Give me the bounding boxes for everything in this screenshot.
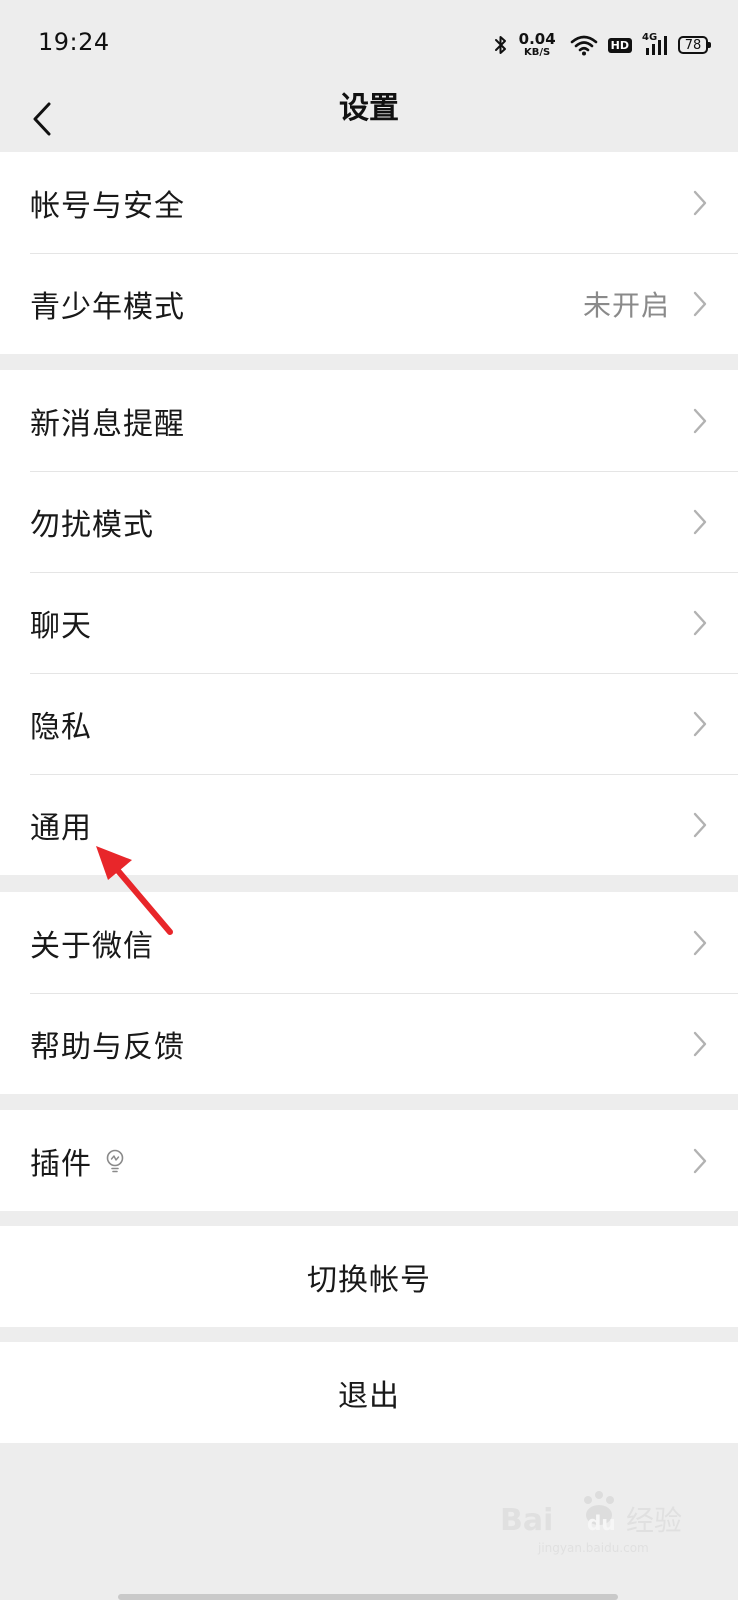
baidu-jingyan-watermark: Bai du 经验 jingyan.baidu.com	[500, 1491, 682, 1555]
network-speed-unit: KB/S	[524, 47, 551, 58]
settings-group-plugins: 插件	[0, 1110, 738, 1211]
cellular-signal-icon: 4G	[642, 33, 668, 57]
chevron-right-icon	[692, 1030, 708, 1058]
settings-item-label: 帮助与反馈	[30, 1029, 185, 1065]
battery-icon: 78	[678, 36, 711, 54]
settings-item-label: 关于微信	[30, 928, 154, 964]
settings-item-do-not-disturb[interactable]: 勿扰模式	[0, 471, 738, 572]
settings-group-about: 关于微信 帮助与反馈	[0, 892, 738, 1094]
settings-item-label: 勿扰模式	[30, 507, 154, 543]
settings-group-account: 帐号与安全 青少年模式 未开启	[0, 152, 738, 354]
chevron-right-icon	[692, 609, 708, 637]
hd-badge: HD	[607, 37, 632, 53]
watermark-domain: jingyan.baidu.com	[537, 1541, 649, 1555]
status-time: 19:24	[38, 28, 110, 56]
gesture-bar[interactable]	[118, 1594, 618, 1600]
network-speed: 0.04 KB/S	[519, 32, 556, 58]
switch-account-label: 切换帐号	[307, 1262, 431, 1298]
wifi-icon	[570, 35, 597, 56]
chevron-right-icon	[692, 811, 708, 839]
settings-item-general[interactable]: 通用	[0, 774, 738, 875]
settings-item-label: 插件	[30, 1146, 92, 1182]
settings-item-account-security[interactable]: 帐号与安全	[0, 152, 738, 253]
network-speed-value: 0.04	[518, 30, 556, 48]
status-icons: 0.04 KB/S HD 4G 78	[493, 30, 711, 60]
settings-item-label: 隐私	[30, 709, 92, 745]
settings-item-new-message-alerts[interactable]: 新消息提醒	[0, 370, 738, 471]
settings-item-help-feedback[interactable]: 帮助与反馈	[0, 993, 738, 1094]
chevron-right-icon	[692, 929, 708, 957]
chevron-right-icon	[692, 407, 708, 435]
settings-item-label: 新消息提醒	[30, 406, 185, 442]
logout-label: 退出	[338, 1378, 400, 1414]
settings-item-about-wechat[interactable]: 关于微信	[0, 892, 738, 993]
settings-item-label: 帐号与安全	[30, 188, 185, 224]
teen-mode-status: 未开启	[582, 288, 670, 322]
chevron-right-icon	[692, 1147, 708, 1175]
switch-account-group: 切换帐号	[0, 1226, 738, 1327]
chevron-right-icon	[692, 189, 708, 217]
settings-item-plugins[interactable]: 插件	[0, 1110, 738, 1211]
settings-item-chats[interactable]: 聊天	[0, 572, 738, 673]
watermark-brand-du: du	[587, 1511, 616, 1535]
battery-level: 78	[684, 37, 702, 53]
settings-item-label: 青少年模式	[30, 289, 185, 325]
status-bar: 19:24 0.04 KB/S HD 4G 78	[0, 0, 738, 90]
settings-item-privacy[interactable]: 隐私	[0, 673, 738, 774]
navigation-bar: 设置	[0, 90, 738, 152]
chevron-right-icon	[692, 508, 708, 536]
chevron-right-icon	[692, 710, 708, 738]
watermark-brand-latin: Bai	[500, 1503, 553, 1538]
settings-group-general: 新消息提醒 勿扰模式 聊天 隐私 通用	[0, 370, 738, 875]
logout-group: 退出	[0, 1342, 738, 1443]
watermark-brand-cn: 经验	[626, 1504, 682, 1537]
settings-item-teen-mode[interactable]: 青少年模式 未开启	[0, 253, 738, 354]
switch-account-button[interactable]: 切换帐号	[0, 1226, 738, 1327]
page-title: 设置	[339, 91, 399, 126]
chevron-right-icon	[692, 290, 708, 318]
bluetooth-icon	[494, 36, 506, 54]
lightbulb-icon	[106, 1149, 124, 1172]
settings-item-label: 通用	[30, 810, 92, 846]
settings-item-label: 聊天	[30, 608, 92, 644]
logout-button[interactable]: 退出	[0, 1342, 738, 1443]
